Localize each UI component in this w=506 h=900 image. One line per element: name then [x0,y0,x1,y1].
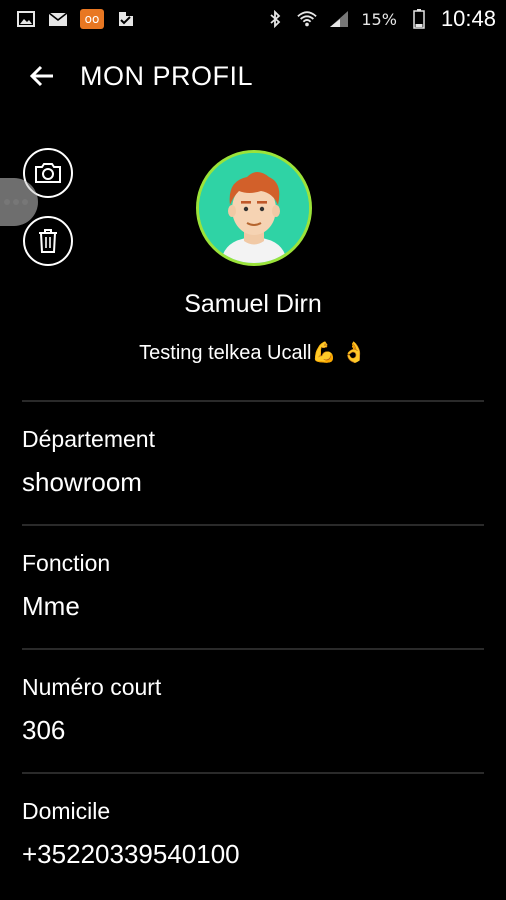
user-name: Samuel Dirn [184,290,322,318]
arrow-left-icon [29,65,53,87]
user-status-message: Testing telkea Ucall💪 👌 [139,342,367,364]
check-icon [116,10,136,28]
image-icon [16,10,36,28]
back-button[interactable] [22,56,62,96]
field-departement: Département showroom [22,400,484,524]
handle-dot [4,199,10,205]
profile-fields: Département showroom Fonction Mme Numéro… [22,400,484,896]
avatar[interactable] [196,150,312,266]
camera-icon [35,163,61,183]
handle-dot [13,199,19,205]
field-label: Domicile [22,798,111,824]
handle-dot [22,199,28,205]
page-title: MON PROFIL [80,60,254,91]
battery-icon [409,9,429,29]
status-bar: oo 15% 10:48 [0,0,506,38]
field-value: 306 [22,715,66,745]
field-label: Département [22,426,155,452]
avatar-illustration [199,153,309,263]
voicemail-icon: oo [80,9,104,29]
mail-icon [48,10,68,28]
bluetooth-icon [265,10,285,28]
field-label: Numéro court [22,674,162,700]
field-label: Fonction [22,550,111,576]
trash-icon [39,229,57,253]
battery-percent: 15% [361,9,397,29]
field-fonction: Fonction Mme [22,524,484,648]
wifi-icon [297,10,318,28]
clock: 10:48 [440,6,496,31]
status-bar-right: 15% 10:48 [265,6,496,32]
field-domicile: Domicile +35220339540100 [22,772,484,896]
field-value: Mme [22,591,80,621]
field-value: +35220339540100 [22,839,240,869]
delete-photo-button[interactable] [23,216,73,266]
app-bar: MON PROFIL [0,46,506,106]
field-numero-court: Numéro court 306 [22,648,484,772]
field-value: showroom [22,467,142,497]
status-bar-left: oo [16,9,136,29]
signal-icon [329,10,349,28]
